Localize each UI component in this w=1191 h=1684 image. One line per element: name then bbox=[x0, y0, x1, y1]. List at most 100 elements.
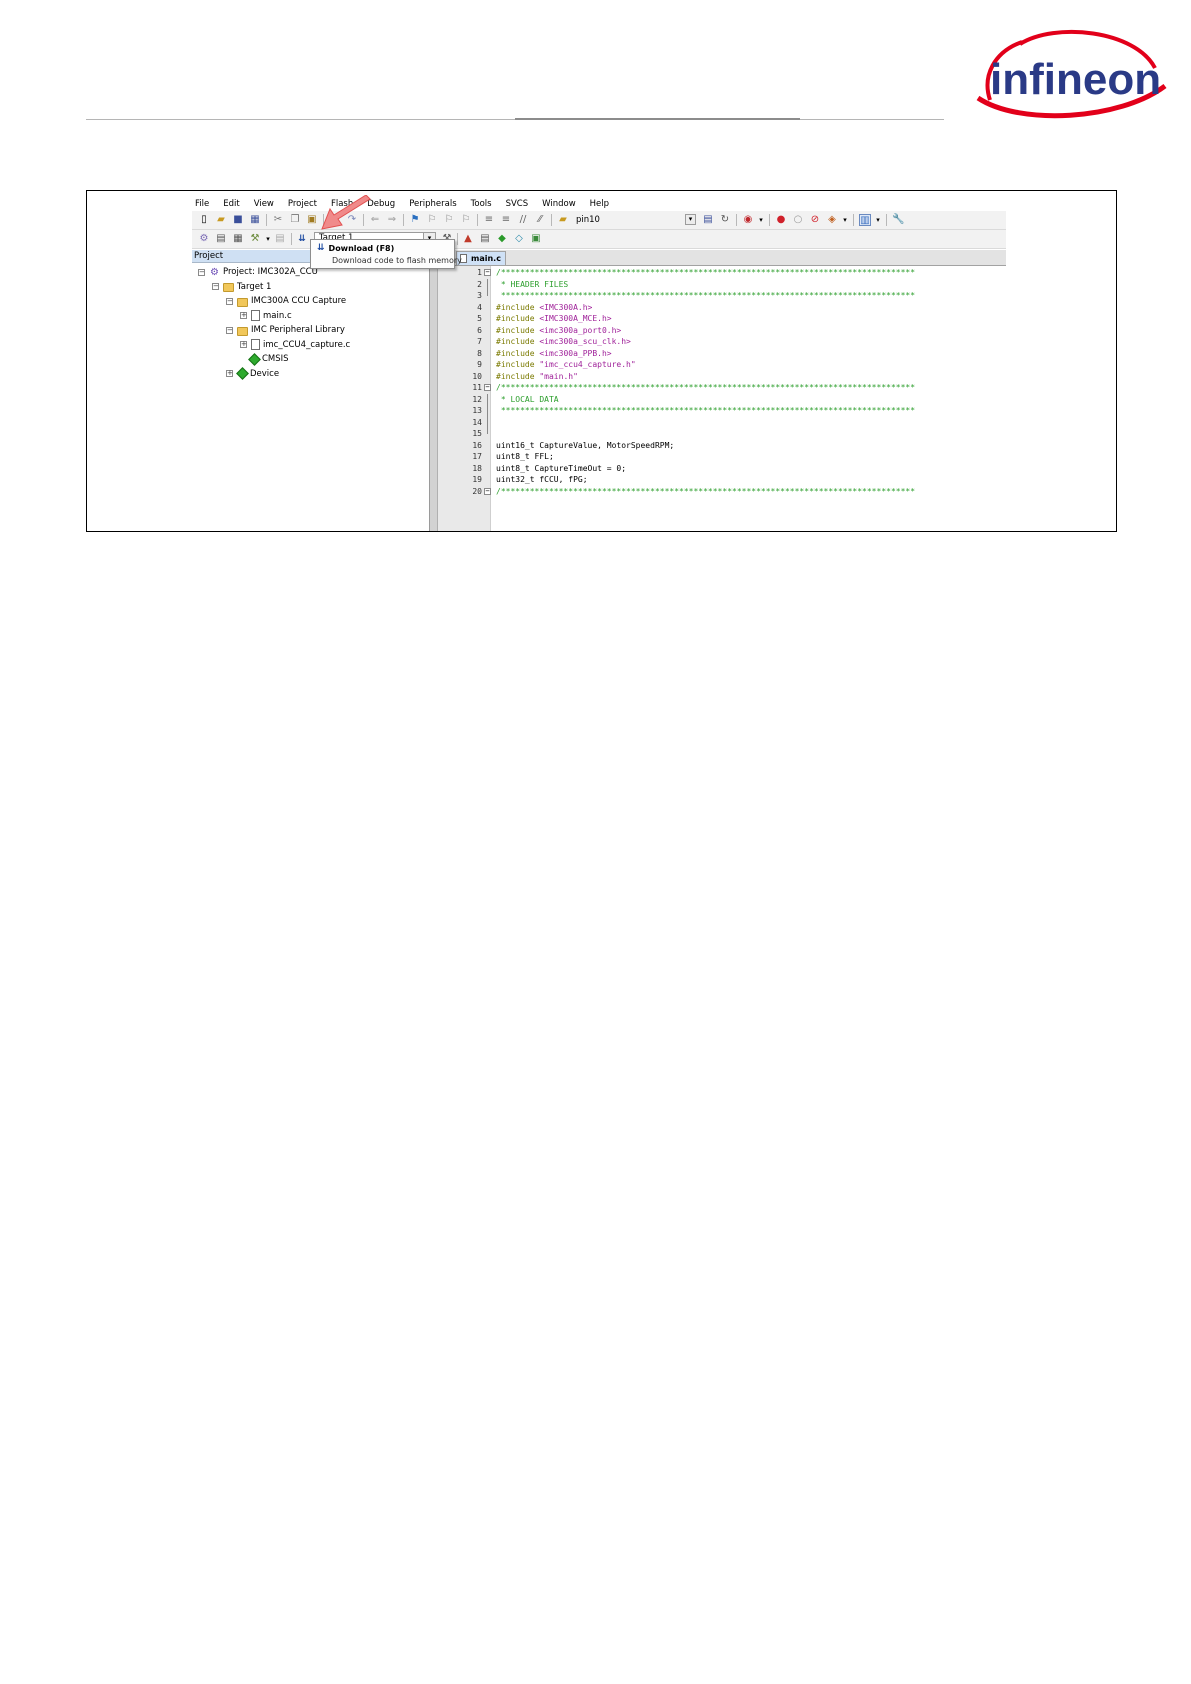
code-line[interactable]: 2 * HEADER FILES bbox=[438, 278, 1006, 290]
navigate-back-icon[interactable]: ⇐ bbox=[369, 214, 381, 226]
save-all-icon[interactable]: ▦ bbox=[249, 214, 261, 226]
code-line[interactable]: 10 #include "main.h" bbox=[438, 371, 1006, 383]
breakpoints-dropdown-icon[interactable]: ▾ bbox=[839, 214, 851, 226]
manage-run-time-icon[interactable]: ◆ bbox=[496, 233, 508, 245]
pane-splitter[interactable] bbox=[430, 250, 438, 531]
paste-icon[interactable]: ▣ bbox=[306, 214, 318, 226]
code-line[interactable]: 6 #include <imc300a_port0.h> bbox=[438, 325, 1006, 337]
collapse-icon[interactable]: − bbox=[198, 268, 205, 276]
download-menu-item[interactable]: ⇊ Download (F8) bbox=[317, 243, 394, 254]
bookmark-clear-icon[interactable]: ⚐ bbox=[460, 214, 472, 226]
code-line[interactable]: 1−/*************************************… bbox=[438, 267, 1006, 279]
manage-project-items-icon[interactable]: ▲ bbox=[462, 233, 474, 245]
disable-breakpoint-icon[interactable]: ○ bbox=[792, 214, 804, 226]
clear-breakpoints-icon[interactable]: ⊘ bbox=[809, 214, 821, 226]
code-line[interactable]: 19 uint32_t fCCU, fPG; bbox=[438, 474, 1006, 486]
menu-project[interactable]: Project bbox=[288, 198, 317, 210]
bookmark-next-icon[interactable]: ⚐ bbox=[443, 214, 455, 226]
new-file-icon[interactable]: ▯ bbox=[198, 214, 210, 226]
code-line[interactable]: 9 #include "imc_ccu4_capture.h" bbox=[438, 359, 1006, 371]
collapse-icon[interactable]: − bbox=[226, 326, 233, 334]
select-packs-icon[interactable]: ▤ bbox=[479, 233, 491, 245]
find-icon[interactable]: ▤ bbox=[702, 214, 714, 226]
tree-item[interactable]: + main.c bbox=[240, 310, 292, 322]
code-line[interactable]: 4 #include <IMC300A.h> bbox=[438, 302, 1006, 314]
tree-item[interactable]: − ⚙ Project: IMC302A_CCU bbox=[198, 266, 318, 278]
window-layout-dropdown-icon[interactable]: ▾ bbox=[872, 214, 884, 226]
pack-installer-icon[interactable]: ◇ bbox=[513, 233, 525, 245]
menu-flash[interactable]: Flash bbox=[331, 198, 353, 210]
kill-breakpoints-icon[interactable]: ◈ bbox=[826, 214, 838, 226]
bookmark-insert-icon[interactable]: ⚑ bbox=[409, 214, 421, 226]
collapse-icon[interactable]: − bbox=[226, 297, 233, 305]
stop-build-icon[interactable]: ▤ bbox=[274, 233, 286, 245]
code-line[interactable]: 16 uint16_t CaptureValue, MotorSpeedRPM; bbox=[438, 440, 1006, 452]
build-icon[interactable]: ▤ bbox=[215, 233, 227, 245]
tree-item[interactable]: − IMC300A CCU Capture bbox=[226, 295, 346, 307]
code-line[interactable]: 3 **************************************… bbox=[438, 290, 1006, 302]
save-icon[interactable]: ■ bbox=[232, 214, 244, 226]
code-line[interactable]: 18 uint8_t CaptureTimeOut = 0; bbox=[438, 463, 1006, 475]
code-line[interactable]: 17 uint8_t FFL; bbox=[438, 451, 1006, 463]
code-line[interactable]: 15 bbox=[438, 428, 1006, 440]
rebuild-icon[interactable]: ▦ bbox=[232, 233, 244, 245]
incremental-find-icon[interactable]: ↻ bbox=[719, 214, 731, 226]
menu-view[interactable]: View bbox=[254, 198, 274, 210]
find-combo[interactable]: pin10 bbox=[576, 214, 600, 226]
bookmark-prev-icon[interactable]: ⚐ bbox=[426, 214, 438, 226]
window-layout-icon[interactable]: ▥ bbox=[859, 214, 871, 226]
cut-icon[interactable]: ✂ bbox=[272, 214, 284, 226]
undo-icon[interactable]: ↶ bbox=[329, 214, 341, 226]
expand-icon[interactable]: + bbox=[240, 341, 247, 348]
uncomment-icon[interactable]: ⁄⁄ bbox=[534, 214, 546, 226]
menu-window[interactable]: Window bbox=[542, 198, 576, 210]
navigate-forward-icon[interactable]: ⇒ bbox=[386, 214, 398, 226]
batch-build-icon[interactable]: ⚒ bbox=[249, 233, 261, 245]
code-line[interactable]: 14 bbox=[438, 416, 1006, 428]
tree-item[interactable]: + imc_CCU4_capture.c bbox=[240, 339, 350, 351]
debug-dropdown-icon[interactable]: ▾ bbox=[755, 214, 767, 226]
code-line[interactable]: 12 * LOCAL DATA bbox=[438, 393, 1006, 405]
tree-item[interactable]: − Target 1 bbox=[212, 281, 271, 293]
unindent-icon[interactable]: ≡ bbox=[500, 214, 512, 226]
breakpoint-icon[interactable]: ● bbox=[775, 214, 787, 226]
expand-icon[interactable]: + bbox=[240, 312, 247, 319]
find-in-files-icon[interactable]: ▰ bbox=[557, 214, 569, 226]
menu-svcs[interactable]: SVCS bbox=[506, 198, 529, 210]
open-folder-icon[interactable]: ▰ bbox=[215, 214, 227, 226]
menu-edit[interactable]: Edit bbox=[223, 198, 239, 210]
menu-help[interactable]: Help bbox=[590, 198, 609, 210]
code-line[interactable]: 7 #include <imc300a_scu_clk.h> bbox=[438, 336, 1006, 348]
fold-toggle-icon[interactable]: − bbox=[484, 384, 491, 391]
copy-icon[interactable]: ❐ bbox=[289, 214, 301, 226]
code-line[interactable]: 8 #include <imc300a_PPB.h> bbox=[438, 348, 1006, 360]
menu-debug[interactable]: Debug bbox=[367, 198, 395, 210]
fold-toggle-icon[interactable]: − bbox=[484, 269, 491, 276]
code-line[interactable]: 11−/************************************… bbox=[438, 382, 1006, 394]
comment-icon[interactable]: // bbox=[517, 214, 529, 226]
include-path: "imc_ccu4_capture.h" bbox=[539, 360, 636, 369]
download-icon[interactable]: ⇊ bbox=[296, 233, 308, 245]
code-line[interactable]: 5 #include <IMC300A_MCE.h> bbox=[438, 313, 1006, 325]
configure-icon[interactable]: 🔧 bbox=[892, 214, 904, 226]
debug-session-icon[interactable]: ◉ bbox=[742, 214, 754, 226]
find-combo-arrow[interactable]: ▾ bbox=[685, 214, 696, 225]
tab-main-c[interactable]: main.c bbox=[456, 251, 506, 265]
expand-icon[interactable]: + bbox=[226, 370, 233, 377]
menu-tools[interactable]: Tools bbox=[471, 198, 492, 210]
code-line[interactable]: 20−/************************************… bbox=[438, 486, 1006, 498]
redo-icon[interactable]: ↷ bbox=[346, 214, 358, 226]
tree-item[interactable]: + Device bbox=[226, 367, 279, 380]
indent-icon[interactable]: ≡ bbox=[483, 214, 495, 226]
batch-build-dropdown-icon[interactable]: ▾ bbox=[262, 233, 274, 245]
include-directive: #include bbox=[496, 371, 540, 381]
tree-item[interactable]: CMSIS bbox=[238, 352, 289, 366]
tree-item[interactable]: − IMC Peripheral Library bbox=[226, 324, 345, 336]
code-line[interactable]: 13 *************************************… bbox=[438, 405, 1006, 417]
translate-icon[interactable]: ⚙ bbox=[198, 233, 210, 245]
menu-peripherals[interactable]: Peripherals bbox=[409, 198, 456, 210]
multi-project-icon[interactable]: ▣ bbox=[530, 233, 542, 245]
collapse-icon[interactable]: − bbox=[212, 283, 219, 290]
fold-toggle-icon[interactable]: − bbox=[484, 487, 491, 495]
menu-file[interactable]: File bbox=[195, 198, 209, 210]
